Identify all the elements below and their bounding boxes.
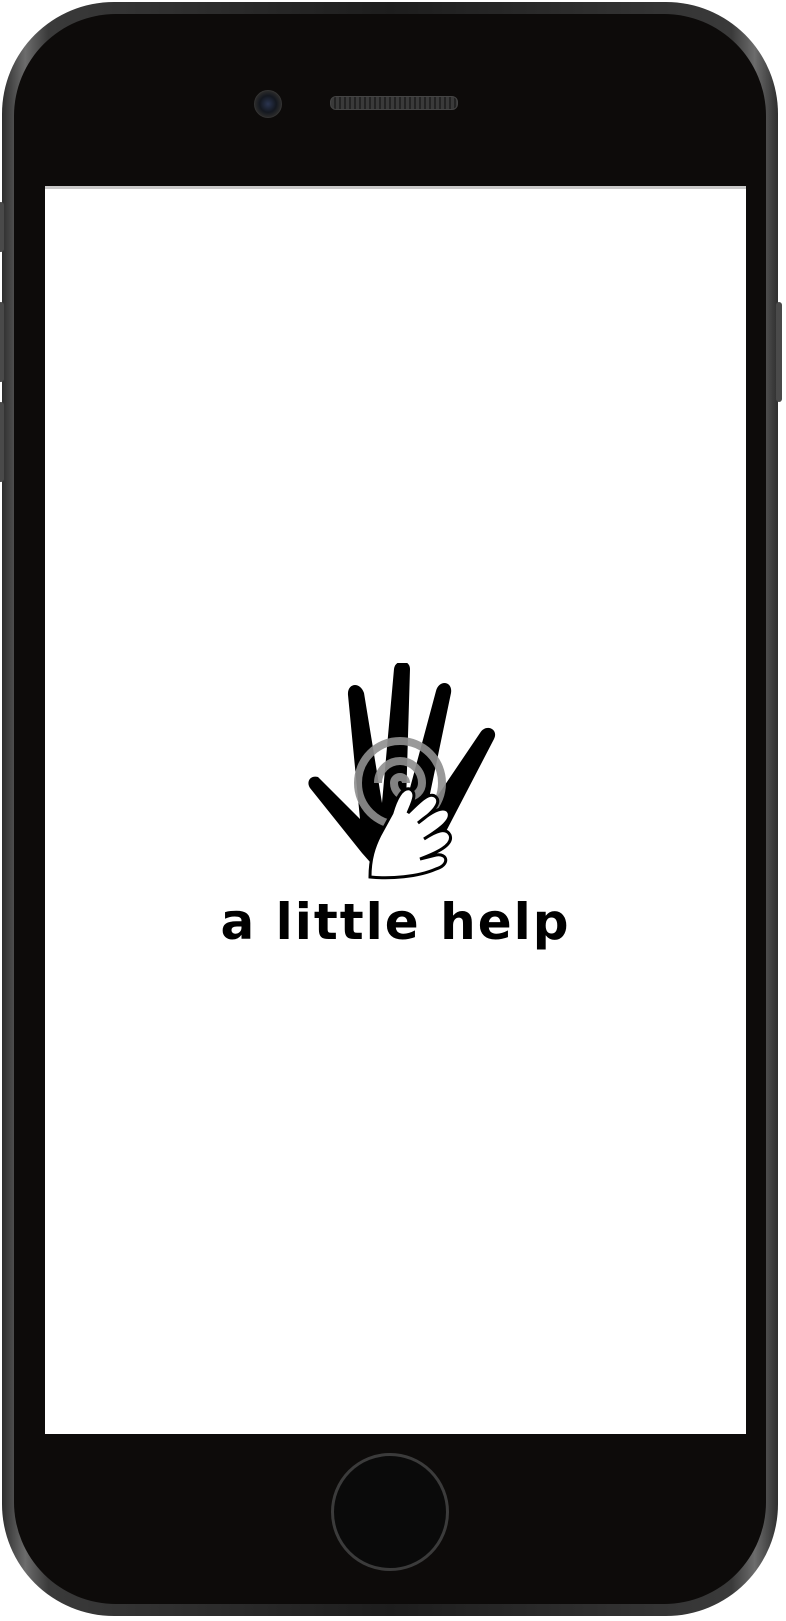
app-screen: a little help: [45, 186, 746, 1434]
hands-icon: [300, 663, 500, 883]
front-camera: [254, 90, 282, 118]
volume-up-button: [0, 302, 4, 382]
volume-down-button: [0, 402, 4, 482]
earpiece-speaker: [330, 96, 458, 110]
app-name: a little help: [45, 893, 746, 951]
home-button[interactable]: [331, 1453, 449, 1571]
mute-switch: [0, 202, 4, 252]
stage: a little help: [0, 0, 786, 1621]
power-button: [776, 302, 782, 402]
